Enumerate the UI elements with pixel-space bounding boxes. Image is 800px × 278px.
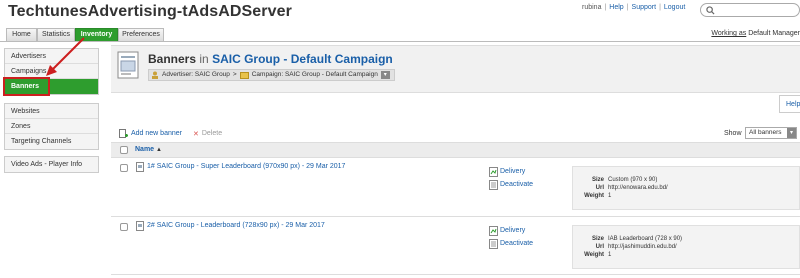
banner-size: Custom (970 x 90) xyxy=(608,177,658,183)
banner-weight: 1 xyxy=(608,193,612,199)
banner-name-link[interactable]: 2# SAIC Group - Leaderboard (728x90 px) … xyxy=(147,222,325,229)
app-title: TechtunesAdvertising-tAdsADServer xyxy=(8,3,292,20)
delete-icon: ✕ xyxy=(192,130,199,138)
banner-url: http://enowara.edu.bd/ xyxy=(608,185,668,191)
crumb-campaign[interactable]: Campaign: SAIC Group - Default Campaign xyxy=(252,70,378,80)
delivery-link[interactable]: Delivery xyxy=(500,227,525,234)
row-checkbox[interactable] xyxy=(120,223,128,231)
search-icon xyxy=(706,6,715,15)
sidebar-group-websites: Websites Zones Targeting Channels xyxy=(4,103,99,150)
crumb-advertiser[interactable]: Advertiser: SAIC Group xyxy=(162,70,230,80)
toolbar: Add new banner ✕ Delete xyxy=(119,129,222,138)
support-link[interactable]: Support xyxy=(632,4,657,11)
banner-info-box: Size IAB Leaderboard (728 x 90) Url http:/… xyxy=(572,225,800,269)
annotation-arrow xyxy=(46,37,85,76)
column-header-name[interactable]: Name ▲ xyxy=(135,146,162,153)
sidebar-item-targeting-channels[interactable]: Targeting Channels xyxy=(5,134,98,149)
delivery-link[interactable]: Delivery xyxy=(500,168,525,175)
banner-name-link[interactable]: 1# SAIC Group - Super Leaderboard (970x9… xyxy=(147,163,345,170)
chevron-down-icon: ▾ xyxy=(787,128,796,138)
username: rubina xyxy=(582,4,602,11)
banner-url: http://jashimuddin.edu.bd/ xyxy=(608,244,677,250)
banner-weight: 1 xyxy=(608,252,612,258)
banner-info-box: Size Custom (970 x 90) Url http://enowara.… xyxy=(572,166,800,210)
folder-icon xyxy=(239,72,249,79)
tab-preferences[interactable]: Preferences xyxy=(118,28,164,41)
working-as: Working as Default Manager xyxy=(711,30,800,37)
show-label: Show xyxy=(724,130,742,137)
campaign-title-link[interactable]: SAIC Group - Default Campaign xyxy=(212,52,393,66)
sort-asc-icon: ▲ xyxy=(156,147,162,153)
help-link[interactable]: Help xyxy=(609,4,623,11)
deactivate-icon xyxy=(489,180,498,190)
help-button[interactable]: Help xyxy=(779,95,800,113)
delete-button[interactable]: Delete xyxy=(202,130,222,137)
deactivate-icon xyxy=(489,239,498,249)
sidebar-item-video-ads[interactable]: Video Ads - Player Info xyxy=(5,157,98,172)
delivery-icon xyxy=(489,167,498,177)
top-links: rubina | Help | Support | Logout xyxy=(582,4,686,11)
add-banner-icon xyxy=(119,129,128,138)
banner-icon xyxy=(136,221,144,231)
banner-page-icon xyxy=(117,51,139,79)
delivery-icon xyxy=(489,226,498,236)
breadcrumb: Advertiser: SAIC Group > Campaign: SAIC … xyxy=(148,69,395,81)
sidebar-item-zones[interactable]: Zones xyxy=(5,119,98,134)
table-header xyxy=(111,142,800,158)
logout-link[interactable]: Logout xyxy=(664,4,685,11)
page-title: Banners in SAIC Group - Default Campaign xyxy=(148,52,393,66)
deactivate-link[interactable]: Deactivate xyxy=(500,181,533,188)
banner-size: IAB Leaderboard (728 x 90) xyxy=(608,236,683,242)
tab-divider xyxy=(0,41,800,42)
row-divider xyxy=(111,216,800,217)
select-all-checkbox[interactable] xyxy=(120,146,128,154)
tab-home[interactable]: Home xyxy=(6,28,37,41)
row-checkbox[interactable] xyxy=(120,164,128,172)
add-new-banner-link[interactable]: Add new banner xyxy=(131,130,182,137)
sidebar-item-websites[interactable]: Websites xyxy=(5,104,98,119)
show-filter-select[interactable]: All banners ▾ xyxy=(745,127,797,139)
row-divider xyxy=(111,274,800,275)
sidebar-group-video: Video Ads - Player Info xyxy=(4,156,99,173)
advertiser-icon xyxy=(152,71,158,79)
deactivate-link[interactable]: Deactivate xyxy=(500,240,533,247)
search-input[interactable] xyxy=(700,3,800,17)
chevron-down-icon[interactable]: ▾ xyxy=(380,71,390,79)
banner-icon xyxy=(136,162,144,172)
